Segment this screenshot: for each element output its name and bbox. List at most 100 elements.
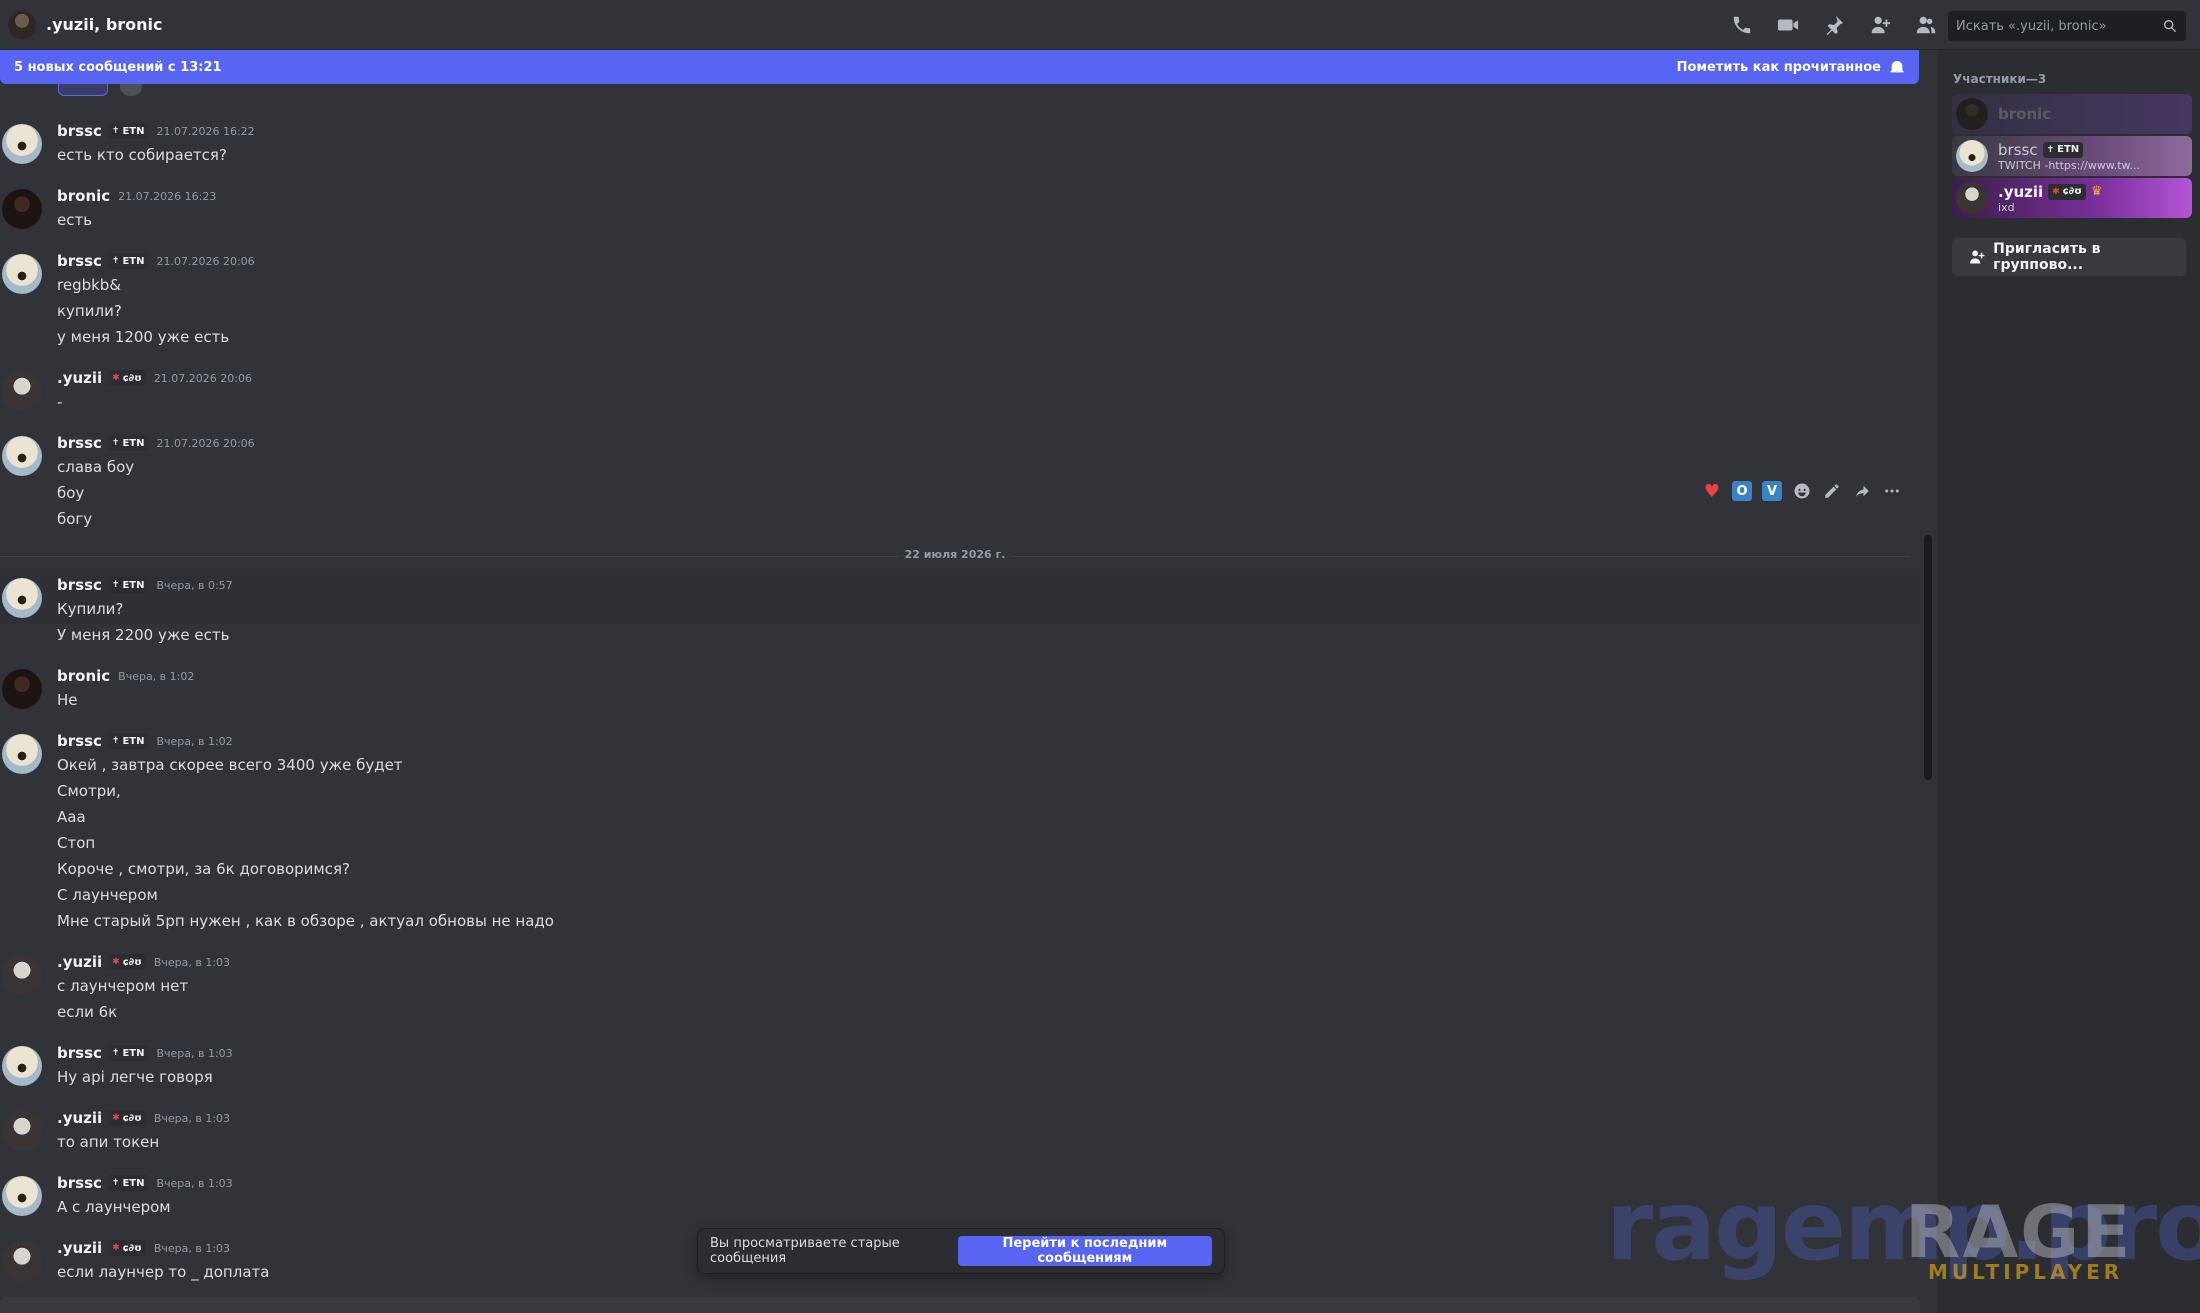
message-item[interactable]: bronic 21.07.2026 16:23 есть bbox=[0, 185, 1920, 235]
avatar[interactable] bbox=[2, 1046, 42, 1086]
author-name[interactable]: brssc bbox=[57, 732, 102, 750]
message-item[interactable]: .yuzii ✱ ɕ∂ʊ Вчера, в 1:03 с лаунчером нет … bbox=[0, 951, 1920, 1027]
member-name: bronic bbox=[1998, 105, 2052, 123]
author-name[interactable]: brssc bbox=[57, 122, 102, 140]
message-composer-edge[interactable] bbox=[0, 1297, 1920, 1313]
member-item[interactable]: bronic bbox=[1952, 94, 2192, 134]
scrollbar-thumb[interactable] bbox=[1924, 535, 1932, 780]
jump-to-present-button[interactable]: Перейти к последним сообщениям bbox=[957, 1236, 1212, 1266]
message-text: богу bbox=[57, 510, 93, 528]
message-item[interactable]: brssc ✝ ETN Вчера, в 1:03 Ну api легче гово… bbox=[0, 1042, 1920, 1092]
avatar[interactable] bbox=[2, 371, 42, 411]
reaction-pill[interactable] bbox=[58, 84, 108, 96]
heart-reaction-icon[interactable]: ♥ bbox=[1702, 481, 1722, 502]
member-status: ixd bbox=[1998, 200, 2015, 214]
forward-icon[interactable] bbox=[1852, 481, 1872, 501]
message-item[interactable]: brssc ✝ ETN 21.07.2026 20:06 regbkb& купили… bbox=[0, 250, 1920, 352]
avatar[interactable] bbox=[2, 669, 42, 709]
tag-icon: ✝ bbox=[2046, 144, 2055, 155]
tag-icon: ✝ bbox=[111, 736, 120, 746]
timestamp: Вчера, в 0:57 bbox=[156, 578, 233, 592]
add-user-icon bbox=[1970, 250, 1985, 264]
message-item[interactable]: У меня 2200 уже есть bbox=[0, 624, 1920, 650]
o-reaction-icon[interactable]: O bbox=[1732, 481, 1752, 501]
author-name[interactable]: .yuzii bbox=[57, 369, 102, 387]
member-item[interactable]: brssc ✝ ETN TWITCH -https://www.tw... bbox=[1952, 136, 2192, 176]
message-text: Ну api легче говоря bbox=[57, 1068, 213, 1086]
message-item[interactable]: bronic Вчера, в 1:02 Не bbox=[0, 665, 1920, 715]
message-text: купили? bbox=[57, 302, 122, 320]
message-text: Окей , завтра скорее всего 3400 уже буде… bbox=[57, 756, 403, 774]
clan-tag: ✝ ETN bbox=[107, 1045, 149, 1061]
member-name: brssc bbox=[1998, 140, 2038, 159]
message-text: Короче , смотри, за 6к договоримся? bbox=[57, 860, 350, 878]
member-item[interactable]: .yuzii ✱ ɕ∂ʊ ♛ ixd bbox=[1952, 178, 2192, 218]
add-friends-icon[interactable] bbox=[1868, 13, 1892, 37]
channel-title: .yuzii, bronic bbox=[46, 15, 163, 34]
message-item[interactable]: brssc ✝ ETN 21.07.2026 16:22 есть кто собир… bbox=[0, 120, 1920, 170]
member-avatar bbox=[1956, 98, 1988, 130]
author-name[interactable]: .yuzii bbox=[57, 1239, 102, 1257]
search-box[interactable] bbox=[1948, 11, 2186, 41]
message-item[interactable]: brssc ✝ ETN Вчера, в 0:57 Купили? bbox=[0, 574, 1920, 624]
author-name[interactable]: brssc bbox=[57, 1174, 102, 1192]
add-reaction-pill[interactable] bbox=[120, 84, 142, 96]
author-name[interactable]: .yuzii bbox=[57, 953, 102, 971]
tag-icon: ✝ bbox=[111, 256, 120, 266]
message-text: Мне старый 5рп нужен , как в обзоре , ак… bbox=[57, 912, 554, 930]
invite-to-group-button[interactable]: Пригласить в группово... bbox=[1952, 238, 2186, 276]
more-icon[interactable] bbox=[1882, 481, 1902, 501]
author-name[interactable]: bronic bbox=[57, 667, 110, 685]
avatar[interactable] bbox=[2, 955, 42, 995]
timestamp: 21.07.2026 16:22 bbox=[156, 124, 255, 138]
v-reaction-icon[interactable]: V bbox=[1762, 481, 1782, 501]
message-text: Не bbox=[57, 691, 78, 709]
author-name[interactable]: brssc bbox=[57, 252, 102, 270]
author-name[interactable]: .yuzii bbox=[57, 1109, 102, 1127]
timestamp: Вчера, в 1:03 bbox=[153, 955, 231, 969]
member-list-icon[interactable] bbox=[1914, 13, 1938, 37]
clan-tag: ✱ ɕ∂ʊ bbox=[2048, 183, 2086, 200]
tag-icon: ✱ bbox=[112, 1243, 120, 1253]
old-messages-text: Вы просматриваете старые сообщения bbox=[710, 1236, 900, 1266]
message-text: есть bbox=[57, 211, 93, 229]
avatar[interactable] bbox=[2, 1241, 42, 1281]
message-text: если лаунчер то _ доплата bbox=[57, 1263, 270, 1281]
avatar[interactable] bbox=[2, 578, 42, 618]
mark-read-icon bbox=[1890, 61, 1904, 73]
message-text: слава боу bbox=[57, 458, 135, 476]
tag-icon: ✝ bbox=[111, 580, 120, 590]
message-actions-toolbar: ♥ O V bbox=[1696, 476, 1908, 506]
clan-tag: ✱ ɕ∂ʊ bbox=[108, 1240, 146, 1256]
edit-icon[interactable] bbox=[1822, 481, 1842, 501]
message-item[interactable]: .yuzii ✱ ɕ∂ʊ 21.07.2026 20:06 - bbox=[0, 367, 1920, 417]
video-call-icon[interactable] bbox=[1776, 13, 1800, 37]
message-item[interactable]: brssc ✝ ETN Вчера, в 1:02 Окей , завтра ско… bbox=[0, 730, 1920, 936]
avatar[interactable] bbox=[2, 1111, 42, 1151]
avatar[interactable] bbox=[2, 436, 42, 476]
author-name[interactable]: brssc bbox=[57, 576, 102, 594]
timestamp: 21.07.2026 16:23 bbox=[118, 189, 217, 203]
author-name[interactable]: brssc bbox=[57, 434, 102, 452]
add-reaction-icon[interactable] bbox=[1792, 481, 1812, 501]
author-name[interactable]: bronic bbox=[57, 187, 110, 205]
voice-call-icon[interactable] bbox=[1730, 13, 1754, 37]
message-text: Смотри, bbox=[57, 782, 121, 800]
tag-icon: ✝ bbox=[111, 1048, 120, 1058]
timestamp: 21.07.2026 20:06 bbox=[153, 371, 252, 385]
message-item[interactable]: .yuzii ✱ ɕ∂ʊ Вчера, в 1:03 то апи токен bbox=[0, 1107, 1920, 1157]
author-name[interactable]: brssc bbox=[57, 1044, 102, 1062]
avatar[interactable] bbox=[2, 254, 42, 294]
search-input[interactable] bbox=[1956, 18, 2156, 34]
mark-read-button[interactable]: Пометить как прочитанное bbox=[1677, 59, 1905, 75]
avatar[interactable] bbox=[2, 124, 42, 164]
avatar[interactable] bbox=[2, 1176, 42, 1216]
avatar[interactable] bbox=[2, 734, 42, 774]
header-toolbar bbox=[1730, 0, 1938, 50]
message-list[interactable]: brssc ✝ ETN 21.07.2026 16:22 есть кто собир… bbox=[0, 84, 1920, 1313]
message-item[interactable]: brssc ✝ ETN 21.07.2026 20:06 слава боу боу … bbox=[0, 432, 1920, 534]
new-messages-bar[interactable]: 5 новых сообщений с 13:21 Пометить как п… bbox=[0, 50, 1919, 84]
avatar[interactable] bbox=[2, 189, 42, 229]
date-divider-label: 22 июля 2026 г. bbox=[898, 548, 1012, 561]
pin-icon[interactable] bbox=[1822, 13, 1846, 37]
